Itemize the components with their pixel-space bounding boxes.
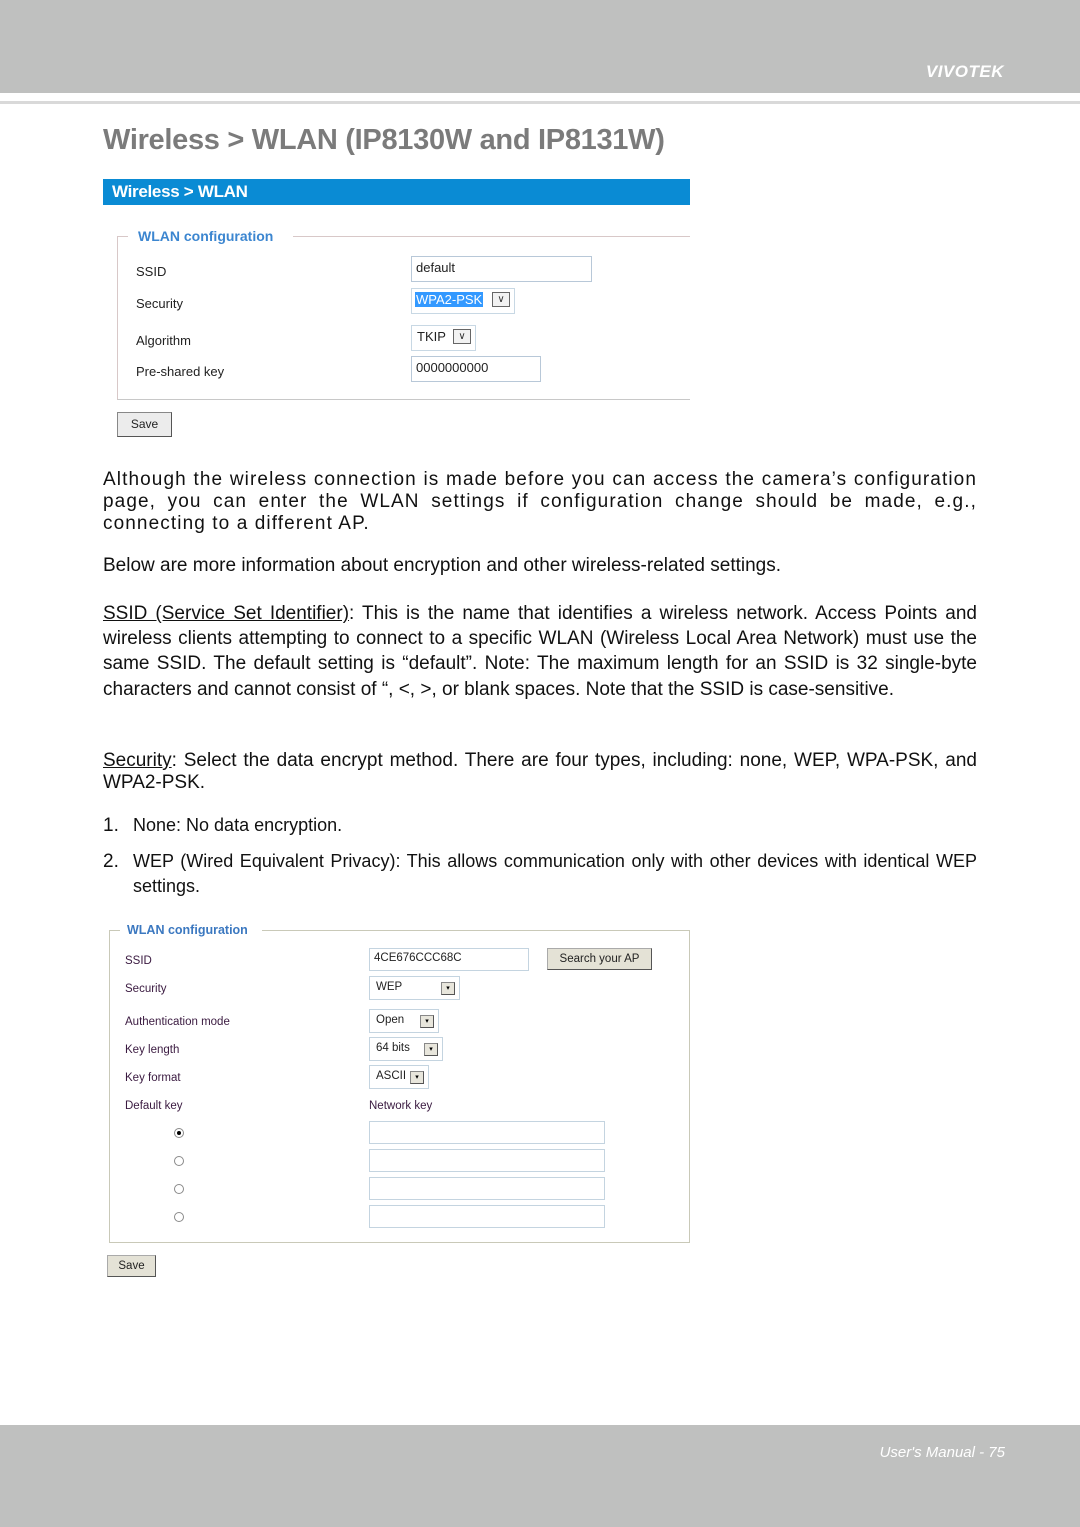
list-item: WEP (Wired Equivalent Privacy): This all… bbox=[133, 851, 977, 896]
header-band: VIVOTEK bbox=[0, 0, 1080, 93]
section-title: Wireless > WLAN bbox=[112, 182, 248, 201]
security-paragraph: Security: Select the data encrypt method… bbox=[103, 750, 977, 794]
algorithm-label: Algorithm bbox=[136, 333, 191, 348]
default-key-radio-3[interactable] bbox=[174, 1184, 184, 1194]
default-key-radio-2[interactable] bbox=[174, 1156, 184, 1166]
security-label: Security bbox=[136, 296, 183, 311]
security-term: Security bbox=[103, 750, 172, 771]
chevron-down-icon[interactable]: ∨ bbox=[492, 292, 510, 307]
key-length-label: Key length bbox=[125, 1044, 180, 1056]
ssid-label: SSID bbox=[125, 955, 152, 967]
key-format-label: Key format bbox=[125, 1072, 181, 1084]
key-length-selected-value: 64 bits bbox=[376, 1042, 410, 1054]
preshared-key-input[interactable]: 0000000000 bbox=[411, 356, 541, 382]
key-format-select[interactable]: ASCII ▾ bbox=[369, 1065, 429, 1089]
ssid-input[interactable]: default bbox=[411, 256, 592, 282]
security-select[interactable]: WEP ▾ bbox=[369, 976, 460, 1000]
section-title-bar: Wireless > WLAN bbox=[103, 179, 690, 205]
save-button[interactable]: Save bbox=[107, 1255, 156, 1277]
ssid-paragraph: SSID (Service Set Identifier): This is t… bbox=[103, 601, 977, 702]
algorithm-select[interactable]: TKIP ∨ bbox=[411, 325, 476, 351]
network-key-input-3[interactable] bbox=[369, 1177, 605, 1200]
header-divider bbox=[0, 101, 1080, 104]
ssid-input[interactable]: 4CE676CCC68C bbox=[369, 948, 529, 971]
fieldset-border bbox=[262, 930, 689, 931]
page-title: Wireless > WLAN (IP8130W and IP8131W) bbox=[103, 124, 665, 156]
security-description: : Select the data encrypt method. There … bbox=[103, 750, 977, 793]
fieldset-border bbox=[118, 236, 128, 237]
key-format-selected-value: ASCII bbox=[376, 1070, 407, 1082]
fieldset-legend: WLAN configuration bbox=[138, 228, 274, 244]
default-key-radio-4[interactable] bbox=[174, 1212, 184, 1222]
dropdown-arrow-icon[interactable]: ▾ bbox=[424, 1043, 438, 1056]
chevron-down-icon[interactable]: ∨ bbox=[453, 329, 471, 344]
info-paragraph: Below are more information about encrypt… bbox=[103, 555, 782, 576]
intro-paragraph: Although the wireless connection is made… bbox=[103, 469, 977, 535]
preshared-key-label: Pre-shared key bbox=[136, 364, 225, 379]
search-ap-button[interactable]: Search your AP bbox=[547, 948, 652, 970]
key-length-select[interactable]: 64 bits ▾ bbox=[369, 1037, 443, 1061]
intro-text: Although the wireless connection is made… bbox=[103, 469, 977, 534]
network-key-input-4[interactable] bbox=[369, 1205, 605, 1228]
list-item: None: No data encryption. bbox=[133, 815, 343, 835]
fieldset-border bbox=[293, 236, 690, 237]
ssid-term: SSID (Service Set Identifier) bbox=[103, 603, 350, 624]
dropdown-arrow-icon[interactable]: ▾ bbox=[410, 1071, 424, 1084]
default-key-radio-1[interactable] bbox=[174, 1128, 184, 1138]
security-selected-value: WEP bbox=[376, 981, 403, 993]
footer-band bbox=[0, 1425, 1080, 1527]
fieldset-legend: WLAN configuration bbox=[127, 923, 248, 937]
algorithm-selected-value: TKIP bbox=[417, 329, 446, 344]
network-key-input-1[interactable] bbox=[369, 1121, 605, 1144]
default-key-label: Default key bbox=[125, 1100, 183, 1112]
page-footer: User's Manual - 75 bbox=[879, 1444, 1005, 1461]
auth-mode-label: Authentication mode bbox=[125, 1016, 230, 1028]
brand-logo: VIVOTEK bbox=[925, 62, 1004, 81]
security-selected-value: WPA2-PSK bbox=[415, 292, 484, 307]
fieldset-border bbox=[110, 930, 120, 931]
ssid-label: SSID bbox=[136, 264, 167, 279]
security-select[interactable]: WPA2-PSK ∨ bbox=[411, 288, 515, 314]
security-label: Security bbox=[125, 983, 167, 995]
network-key-label: Network key bbox=[369, 1100, 433, 1112]
save-button[interactable]: Save bbox=[117, 412, 172, 437]
dropdown-arrow-icon[interactable]: ▾ bbox=[441, 982, 455, 995]
auth-mode-selected-value: Open bbox=[376, 1014, 405, 1026]
list-item-number: 1. bbox=[103, 815, 119, 836]
list-item-number: 2. bbox=[103, 851, 119, 872]
auth-mode-select[interactable]: Open ▾ bbox=[369, 1009, 439, 1033]
network-key-input-2[interactable] bbox=[369, 1149, 605, 1172]
dropdown-arrow-icon[interactable]: ▾ bbox=[420, 1015, 434, 1028]
